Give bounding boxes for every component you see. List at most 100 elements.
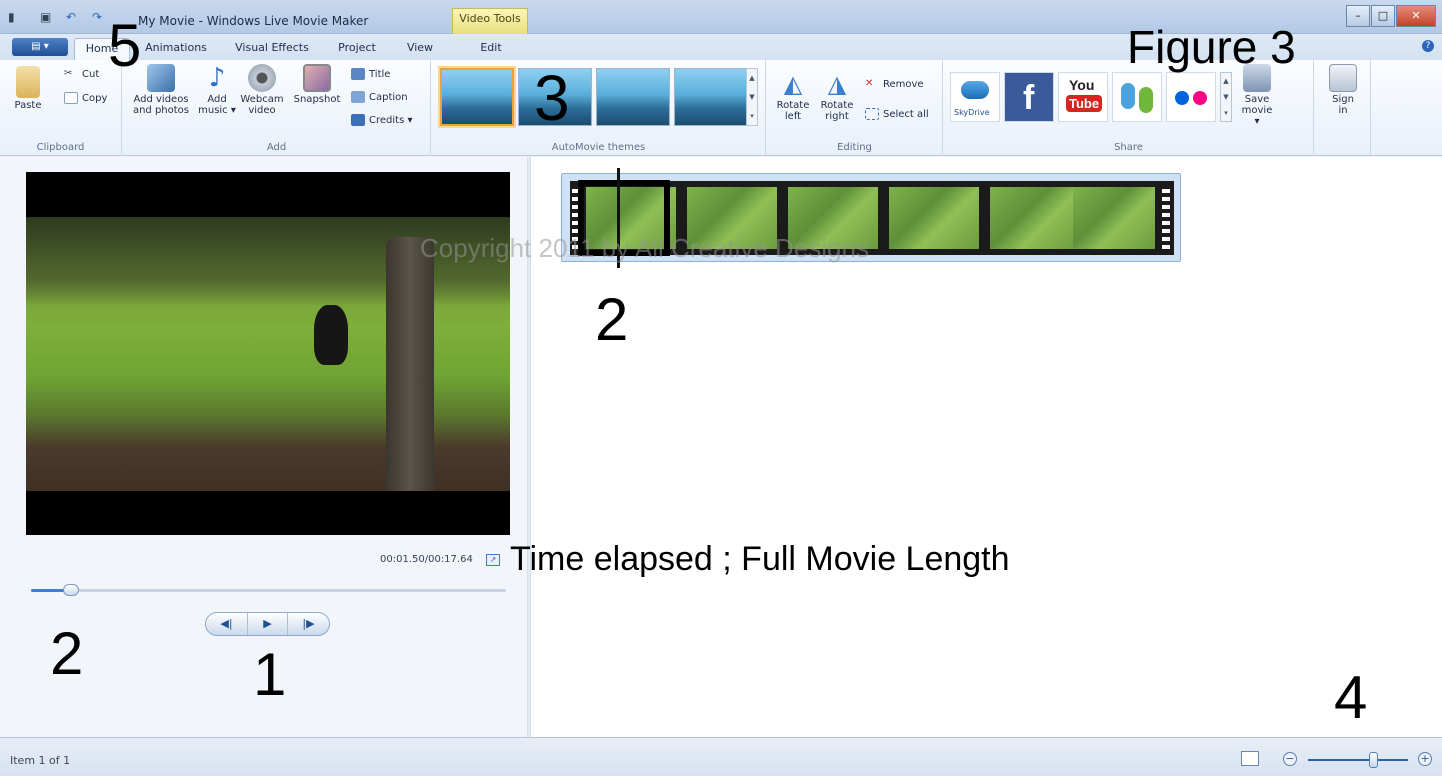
- remove-button[interactable]: ✕ Remove: [865, 78, 924, 90]
- facebook-icon: f: [1023, 79, 1035, 117]
- skydrive-label: SkyDrive: [954, 108, 990, 117]
- snapshot-icon: [303, 64, 331, 92]
- add-music-button[interactable]: ♪ Add music ▾: [197, 64, 237, 116]
- messenger-icon-2: [1139, 87, 1153, 113]
- skydrive-icon: [961, 81, 989, 99]
- previous-frame-button[interactable]: ◀|: [206, 613, 247, 635]
- clip-frame-4: [889, 187, 979, 249]
- share-scroll-arrows[interactable]: ▲ ▼ ▾: [1220, 72, 1232, 122]
- sign-in-button[interactable]: Sign in: [1323, 64, 1363, 116]
- scissors-icon: ✂: [64, 68, 73, 79]
- add-group: Add videos and photos ♪ Add music ▾ Webc…: [123, 60, 431, 156]
- save-movie-button[interactable]: Save movie ▾: [1238, 64, 1276, 127]
- cut-label: Cut: [82, 69, 100, 80]
- flickr-button[interactable]: [1166, 72, 1216, 122]
- gallery-scroll-arrows[interactable]: ▲ ▼ ▾: [746, 68, 758, 126]
- select-all-label: Select all: [883, 109, 929, 120]
- paste-button[interactable]: Paste: [8, 66, 48, 111]
- fullscreen-icon[interactable]: ↗: [486, 554, 500, 566]
- zoom-in-icon[interactable]: +: [1418, 752, 1432, 766]
- ribbon: Paste ✂ Cut Copy Clipboard Add videos and…: [0, 60, 1442, 156]
- status-item-count: Item 1 of 1: [10, 754, 71, 767]
- tab-visual-effects[interactable]: Visual Effects: [226, 38, 318, 60]
- save-icon[interactable]: ▣: [40, 10, 51, 26]
- snapshot-label: Snapshot: [293, 94, 341, 105]
- webcam-label-1: Webcam: [240, 94, 284, 105]
- credits-button[interactable]: Credits ▾: [351, 114, 412, 126]
- play-button[interactable]: ▶: [247, 613, 288, 635]
- select-all-button[interactable]: Select all: [865, 108, 929, 120]
- rotate-right-button[interactable]: ◮ Rotate right: [817, 70, 857, 122]
- annotation-figure-label: Figure 3: [1127, 21, 1296, 73]
- seek-bar[interactable]: [31, 584, 506, 596]
- close-button[interactable]: ✕: [1396, 5, 1436, 27]
- webcam-label-2: video: [248, 105, 276, 116]
- skydrive-button[interactable]: SkyDrive: [950, 72, 1000, 122]
- copy-label: Copy: [82, 93, 108, 104]
- add-group-label: Add: [266, 142, 287, 153]
- facebook-button[interactable]: f: [1004, 72, 1054, 122]
- caption-label: Caption: [369, 92, 408, 103]
- caption-icon: [351, 91, 365, 103]
- film-photo-icon: [147, 64, 175, 92]
- theme-thumbnail-1[interactable]: [440, 68, 514, 126]
- minimize-button[interactable]: –: [1346, 5, 1370, 27]
- video-preview[interactable]: [26, 172, 510, 535]
- tab-animations[interactable]: Animations: [134, 38, 218, 60]
- snapshot-button[interactable]: Snapshot: [289, 64, 345, 105]
- tab-project[interactable]: Project: [326, 38, 388, 60]
- clipboard-group-label: Clipboard: [36, 142, 85, 153]
- share-group-label: Share: [1114, 142, 1143, 153]
- next-frame-button[interactable]: |▶: [288, 613, 329, 635]
- zoom-slider-thumb[interactable]: [1369, 752, 1378, 768]
- rotate-left-icon: ◭: [783, 70, 803, 98]
- theme-thumbnail-4[interactable]: [674, 68, 748, 126]
- copyright-watermark: Copyright 2011 by All Creative Designs: [420, 233, 869, 263]
- tab-edit[interactable]: Edit: [456, 38, 526, 60]
- title-label: Title: [369, 69, 391, 80]
- sign-in-icon: [1329, 64, 1357, 92]
- flickr-icon-pink-dot: [1193, 91, 1207, 105]
- youtube-label-you: You: [1069, 77, 1095, 93]
- seek-bar-thumb[interactable]: [63, 584, 80, 596]
- add-videos-label-2: and photos: [132, 105, 190, 116]
- remove-icon: ✕: [865, 78, 874, 89]
- storyboard-view-icon[interactable]: [1241, 751, 1259, 766]
- save-movie-label-2: movie ▾: [1241, 105, 1273, 127]
- caption-button[interactable]: Caption: [351, 91, 408, 103]
- tab-view[interactable]: View: [396, 38, 444, 60]
- app-menu-button[interactable]: ▤ ▾: [12, 38, 68, 56]
- flickr-icon-blue-dot: [1175, 91, 1189, 105]
- annotation-time-note: Time elapsed ; Full Movie Length: [510, 540, 1010, 578]
- theme-thumbnail-3[interactable]: [596, 68, 670, 126]
- time-readout: 00:01.50/00:17.64: [380, 554, 473, 565]
- remove-label: Remove: [883, 79, 924, 90]
- share-group: SkyDrive f You Tube ▲ ▼ ▾ Save movie ▾ Sha…: [944, 60, 1314, 156]
- webcam-video-button[interactable]: Webcam video: [239, 64, 285, 116]
- help-icon[interactable]: ?: [1422, 40, 1434, 52]
- rotate-right-label-2: right: [825, 111, 849, 122]
- cut-button[interactable]: ✂ Cut: [64, 68, 99, 80]
- title-icon: [351, 68, 365, 80]
- rotate-left-label-1: Rotate: [776, 100, 810, 111]
- rotate-left-label-2: left: [784, 111, 802, 122]
- redo-icon[interactable]: ↷: [92, 10, 102, 26]
- zoom-slider[interactable]: [1308, 752, 1408, 768]
- music-note-icon: ♪: [208, 63, 226, 93]
- maximize-button[interactable]: □: [1371, 5, 1395, 27]
- rotate-left-button[interactable]: ◭ Rotate left: [773, 70, 813, 122]
- copy-button[interactable]: Copy: [64, 92, 107, 104]
- video-tools-context-tab: Video Tools: [452, 8, 528, 34]
- zoom-out-icon[interactable]: −: [1283, 752, 1297, 766]
- youtube-label-tube: Tube: [1066, 95, 1103, 112]
- youtube-button[interactable]: You Tube: [1058, 72, 1108, 122]
- annotation-5: 5: [108, 12, 142, 79]
- annotation-2-storyboard: 2: [595, 286, 629, 353]
- credits-label: Credits ▾: [369, 115, 413, 126]
- copy-icon: [64, 92, 78, 104]
- undo-icon[interactable]: ↶: [66, 10, 76, 26]
- messenger-button[interactable]: [1112, 72, 1162, 122]
- app-icon[interactable]: ▮: [8, 10, 15, 26]
- select-all-icon: [865, 108, 879, 120]
- title-button[interactable]: Title: [351, 68, 390, 80]
